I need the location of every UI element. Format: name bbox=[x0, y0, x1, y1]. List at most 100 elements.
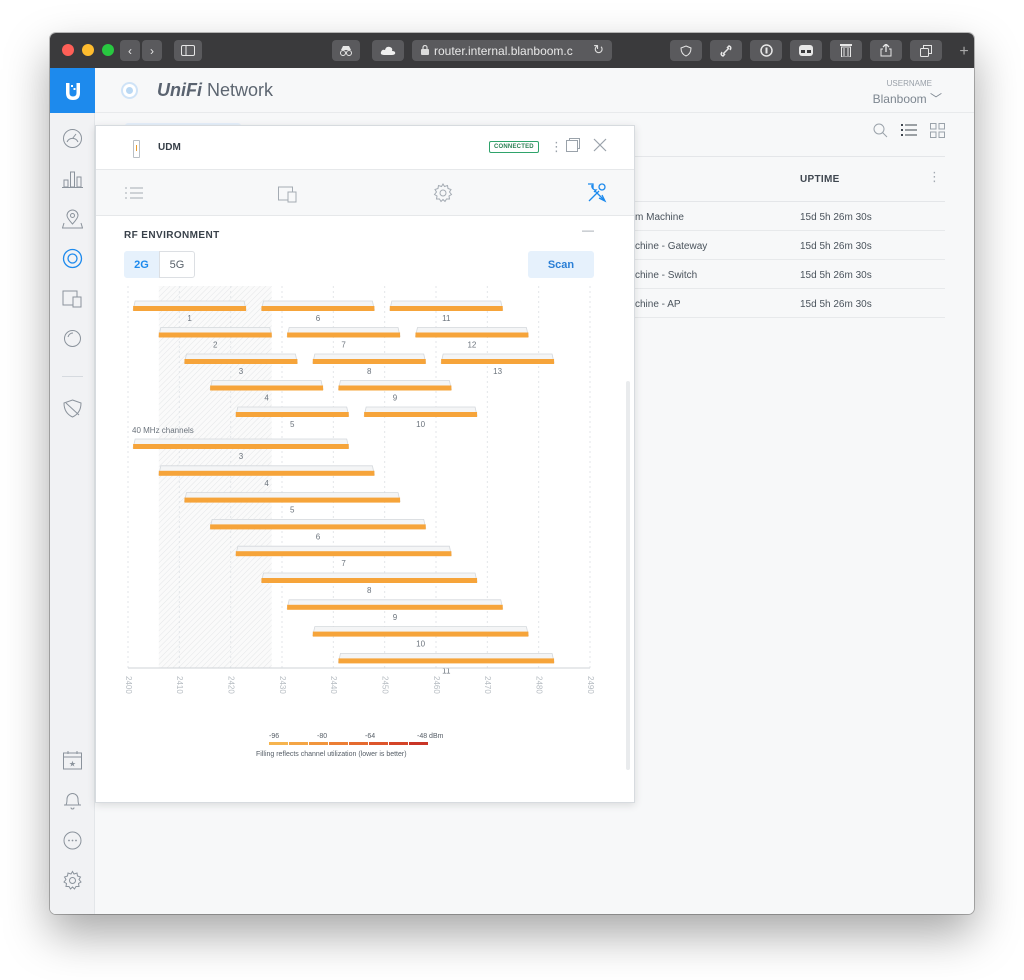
address-bar[interactable]: router.internal.blanboom.c ↻ bbox=[412, 40, 612, 61]
sidebar-item-statistics[interactable] bbox=[62, 168, 83, 189]
tabs-overview-button[interactable] bbox=[910, 40, 942, 61]
browser-toolbar: ‹ › router.internal.blanboom.c ↻ + bbox=[50, 33, 974, 68]
sidebar-item-chat[interactable] bbox=[62, 830, 83, 851]
channel-label: 6 bbox=[316, 532, 321, 541]
rf-environment-chart: 20 MHz channels1234567891011121340 MHz c… bbox=[124, 286, 595, 758]
forward-button[interactable]: › bbox=[142, 40, 162, 61]
band-5g-button[interactable]: 5G bbox=[159, 251, 195, 278]
channel-group20-13: 13 bbox=[440, 353, 555, 376]
sidebar-item-events[interactable]: ★ bbox=[62, 750, 83, 771]
grid-view-icon[interactable] bbox=[930, 123, 945, 142]
device-uptime: 15d 5h 26m 30s bbox=[800, 241, 872, 252]
section-title: RF ENVIRONMENT bbox=[124, 230, 220, 241]
channel-label: 5 bbox=[290, 420, 295, 429]
tab-tools[interactable] bbox=[586, 182, 608, 204]
channel-group20-9: 9 bbox=[337, 380, 452, 403]
reload-icon[interactable]: ↻ bbox=[593, 42, 604, 58]
channel-label: 8 bbox=[367, 367, 372, 376]
sidebar-item-devices[interactable] bbox=[62, 248, 83, 269]
channel-utilization-fill bbox=[235, 551, 452, 557]
channel-utilization-fill bbox=[133, 444, 349, 449]
channel-label: 5 bbox=[290, 506, 295, 515]
password-extension-button[interactable] bbox=[750, 40, 782, 61]
tab-clients[interactable] bbox=[277, 182, 299, 204]
channel-group40-9: 9 bbox=[286, 599, 504, 622]
plus-icon: + bbox=[959, 43, 969, 60]
close-window-button[interactable] bbox=[62, 44, 74, 56]
zoom-window-button[interactable] bbox=[102, 44, 114, 56]
cloud-icon bbox=[380, 46, 396, 55]
scan-button[interactable]: Scan bbox=[528, 251, 594, 278]
table-row[interactable]: chine - AP 15d 5h 26m 30s bbox=[635, 289, 945, 318]
x-tick-label: 2460 bbox=[432, 676, 441, 694]
channel-utilization-fill bbox=[441, 359, 555, 364]
channel-utilization-fill bbox=[338, 385, 452, 391]
device-name: m Machine bbox=[635, 212, 684, 223]
channel-label: 7 bbox=[341, 341, 346, 350]
app-title: UniFi Network bbox=[157, 80, 273, 101]
gauge-icon bbox=[63, 129, 82, 148]
sidebar-item-insights[interactable] bbox=[62, 328, 83, 349]
bulb-icon bbox=[64, 330, 81, 347]
sidebar-item-clients[interactable] bbox=[62, 288, 83, 309]
table-row[interactable]: chine - Gateway 15d 5h 26m 30s bbox=[635, 231, 945, 260]
minimize-window-button[interactable] bbox=[82, 44, 94, 56]
unifi-logo[interactable] bbox=[50, 68, 95, 113]
browser-window: ‹ › router.internal.blanboom.c ↻ + ★ Uni… bbox=[50, 33, 974, 914]
mask-extension-button[interactable] bbox=[790, 40, 822, 61]
username-menu[interactable]: Blanboom ﹀ bbox=[873, 90, 942, 107]
table-row[interactable]: chine - Switch 15d 5h 26m 30s bbox=[635, 260, 945, 289]
icloud-button[interactable] bbox=[372, 40, 404, 61]
channel-utilization-fill bbox=[184, 497, 401, 503]
channel-utilization-fill bbox=[261, 306, 375, 311]
channel-label: 4 bbox=[264, 479, 269, 488]
channel-label: 6 bbox=[316, 314, 321, 323]
more-options-icon[interactable]: ⋮ bbox=[550, 139, 563, 155]
band-2g-button[interactable]: 2G bbox=[124, 251, 159, 278]
privacy-button[interactable] bbox=[332, 40, 360, 61]
legend-color-swatch bbox=[409, 742, 428, 745]
sidebar-item-settings[interactable] bbox=[62, 870, 83, 891]
channel-group40-8: 8 bbox=[260, 572, 478, 595]
sidebar-item-dashboard[interactable] bbox=[62, 128, 83, 149]
unifi-app: ★ UniFi Network USERNAME Blanboom ﹀ UPTI… bbox=[50, 68, 974, 914]
channel-label: 7 bbox=[341, 559, 346, 568]
column-options-icon[interactable]: ⋮ bbox=[928, 169, 941, 185]
table-header: UPTIME ⋮ bbox=[635, 156, 945, 202]
table-row[interactable]: m Machine 15d 5h 26m 30s bbox=[635, 202, 945, 231]
share-button[interactable] bbox=[870, 40, 902, 61]
x-tick-label: 2450 bbox=[381, 676, 390, 694]
shield-extension-button[interactable] bbox=[670, 40, 702, 61]
search-icon[interactable] bbox=[873, 123, 888, 142]
x-tick-label: 2420 bbox=[227, 676, 236, 694]
x-tick-label: 2410 bbox=[175, 676, 184, 694]
back-button[interactable]: ‹ bbox=[120, 40, 140, 61]
window-controls bbox=[62, 44, 114, 56]
x-tick-label: 2400 bbox=[124, 676, 133, 694]
sidebar-item-map[interactable] bbox=[61, 208, 84, 229]
status-dot-icon bbox=[121, 82, 138, 99]
target-icon bbox=[62, 248, 83, 269]
x-tick-label: 2490 bbox=[586, 676, 595, 694]
list-view-icon[interactable] bbox=[901, 123, 917, 142]
channel-utilization-fill bbox=[415, 332, 529, 338]
popout-button[interactable] bbox=[566, 138, 580, 155]
sidebar-item-alerts[interactable] bbox=[62, 790, 83, 811]
collapse-section-button[interactable]: — bbox=[582, 223, 594, 237]
new-tab-button[interactable]: + bbox=[954, 43, 974, 68]
sidebar-icon bbox=[181, 45, 195, 56]
sidebar-toggle-button[interactable] bbox=[174, 40, 202, 61]
tab-details[interactable] bbox=[123, 182, 145, 204]
sidebar-item-threat-management[interactable] bbox=[62, 398, 83, 419]
channel-utilization-fill bbox=[261, 578, 478, 583]
link-extension-button[interactable] bbox=[710, 40, 742, 61]
udm-device-icon bbox=[133, 140, 140, 158]
channel-label: 9 bbox=[393, 613, 398, 622]
chevron-right-icon: › bbox=[150, 43, 154, 58]
gear-icon bbox=[433, 183, 453, 203]
archive-extension-button[interactable] bbox=[830, 40, 862, 61]
close-panel-button[interactable] bbox=[592, 137, 608, 156]
tab-config[interactable] bbox=[432, 182, 454, 204]
column-uptime[interactable]: UPTIME bbox=[800, 174, 840, 185]
channel-utilization-fill bbox=[184, 359, 298, 364]
